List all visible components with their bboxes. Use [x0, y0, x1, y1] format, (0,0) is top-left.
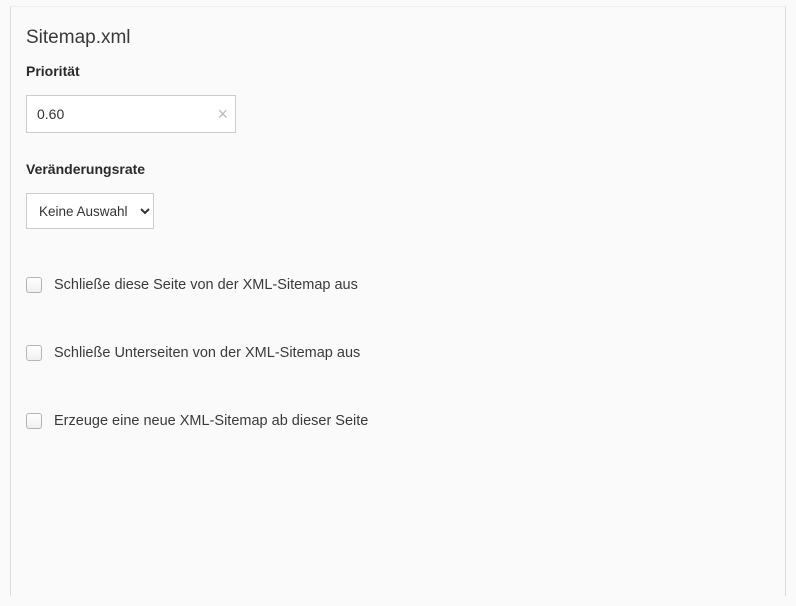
priority-input-wrap: × — [26, 95, 236, 133]
new-sitemap-row: Erzeuge eine neue XML-Sitemap ab dieser … — [26, 413, 770, 429]
clear-icon[interactable]: × — [217, 105, 228, 123]
exclude-page-row: Schließe diese Seite von der XML-Sitemap… — [26, 277, 770, 293]
exclude-page-label[interactable]: Schließe diese Seite von der XML-Sitemap… — [54, 277, 358, 293]
exclude-subpages-label[interactable]: Schließe Unterseiten von der XML-Sitemap… — [54, 345, 360, 361]
priority-input[interactable] — [26, 95, 236, 133]
changerate-label: Veränderungsrate — [26, 161, 770, 177]
exclude-subpages-checkbox[interactable] — [26, 345, 42, 361]
changerate-select[interactable]: Keine Auswahl — [26, 193, 154, 229]
exclude-subpages-row: Schließe Unterseiten von der XML-Sitemap… — [26, 345, 770, 361]
changerate-select-wrap: Keine Auswahl — [26, 193, 154, 229]
section-title: Sitemap.xml — [26, 27, 770, 49]
sitemap-settings-panel: Sitemap.xml Priorität × Veränderungsrate… — [10, 6, 786, 596]
priority-label: Priorität — [26, 63, 770, 79]
exclude-page-checkbox[interactable] — [26, 277, 42, 293]
new-sitemap-label[interactable]: Erzeuge eine neue XML-Sitemap ab dieser … — [54, 413, 368, 429]
new-sitemap-checkbox[interactable] — [26, 413, 42, 429]
